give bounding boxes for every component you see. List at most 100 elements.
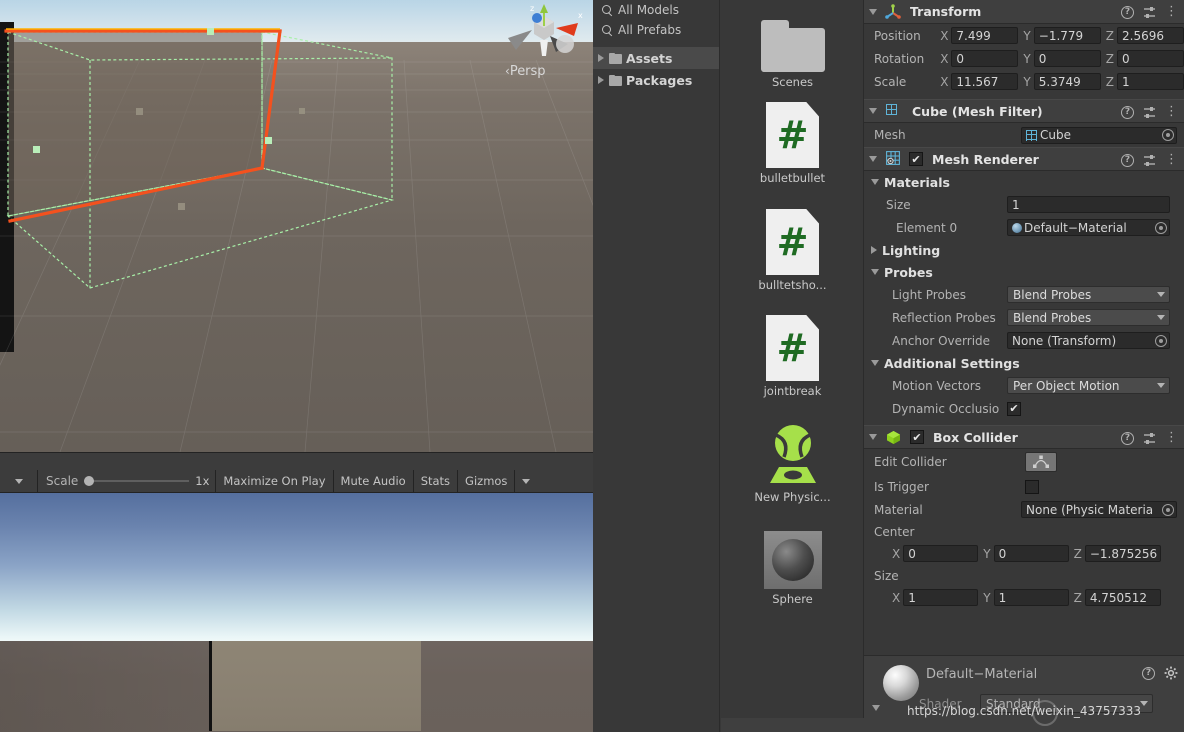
tree-item-all-models[interactable]: All Models — [593, 0, 719, 20]
gizmos-button[interactable]: Gizmos — [458, 470, 516, 492]
preset-icon[interactable] — [1143, 6, 1156, 19]
asset-item-jointbreak[interactable]: # jointbreak — [721, 313, 864, 398]
transform-row-position[interactable]: Position X 7.499 Y −1.779 Z 2.5696 — [864, 24, 1184, 47]
component-header-mesh-filter[interactable]: Cube (Mesh Filter) ? ⋮ — [864, 99, 1184, 123]
rotation-y-input[interactable]: 0 — [1033, 50, 1101, 67]
chevron-right-icon[interactable] — [598, 76, 604, 84]
center-z-input[interactable]: −1.875256 — [1084, 545, 1161, 562]
element0-object-field[interactable]: Default−Material — [1007, 219, 1170, 236]
motion-vectors-dropdown[interactable]: Per Object Motion — [1007, 377, 1170, 394]
center-vector3-fields[interactable]: X 0 Y 0 Z −1.875256 — [892, 545, 1184, 562]
component-header-box-collider[interactable]: Box Collider ? ⋮ — [864, 425, 1184, 449]
scale-slider-group[interactable]: Scale 1x — [38, 470, 217, 492]
position-vector3[interactable]: X 7.499 Y −1.779 Z 2.5696 — [940, 27, 1184, 44]
preset-icon[interactable] — [1143, 106, 1156, 119]
component-header-mesh-renderer[interactable]: Mesh Renderer ? ⋮ — [864, 147, 1184, 171]
probes-row-light[interactable]: Light Probes Blend Probes — [864, 283, 1184, 306]
scale-y-input[interactable]: 5.3749 — [1033, 73, 1101, 90]
material-preview-header[interactable]: Default−Material Shader Standard ? — [864, 655, 1184, 732]
box-collider-row-is-trigger[interactable]: Is Trigger — [864, 475, 1184, 498]
gizmos-dropdown[interactable] — [515, 470, 537, 492]
scene-view[interactable]: z x ‹Persp — [0, 0, 593, 452]
anchor-override-object-field[interactable]: None (Transform) — [1007, 332, 1170, 349]
help-icon[interactable]: ? — [1121, 153, 1134, 167]
maximize-on-play-button[interactable]: Maximize On Play — [216, 470, 334, 492]
scene-projection-label[interactable]: ‹Persp — [505, 64, 546, 79]
rotation-x-input[interactable]: 0 — [951, 50, 1019, 67]
box-collider-row-edit[interactable]: Edit Collider — [864, 449, 1184, 475]
box-collider-row-material[interactable]: Material None (Physic Materia — [864, 498, 1184, 521]
scale-x-input[interactable]: 11.567 — [951, 73, 1019, 90]
rotation-vector3[interactable]: X 0 Y 0 Z 0 — [940, 50, 1184, 67]
position-x-input[interactable]: 7.499 — [951, 27, 1019, 44]
position-y-input[interactable]: −1.779 — [1033, 27, 1101, 44]
additional-row-dynamic-occlusion[interactable]: Dynamic Occlusio — [864, 397, 1184, 420]
kebab-menu-icon[interactable]: ⋮ — [1165, 153, 1178, 166]
kebab-menu-icon[interactable]: ⋮ — [1165, 5, 1178, 18]
mute-audio-button[interactable]: Mute Audio — [334, 470, 414, 492]
section-lighting[interactable]: Lighting — [864, 239, 1184, 261]
box-collider-center-vector3[interactable]: X 0 Y 0 Z −1.875256 — [864, 542, 1184, 565]
box-collider-size-vector3[interactable]: X 1 Y 1 Z 4.750512 — [864, 586, 1184, 609]
kebab-menu-icon[interactable]: ⋮ — [1165, 431, 1178, 444]
asset-item-new-physic-material[interactable]: New Physic... — [721, 420, 864, 504]
center-y-input[interactable]: 0 — [993, 545, 1069, 562]
edit-collider-button[interactable] — [1025, 452, 1057, 472]
probes-row-anchor[interactable]: Anchor Override None (Transform) — [864, 329, 1184, 352]
chevron-down-icon[interactable] — [869, 156, 877, 162]
chevron-down-icon[interactable] — [871, 269, 879, 275]
preset-icon[interactable] — [1143, 154, 1156, 167]
collider-material-object-field[interactable]: None (Physic Materia — [1021, 501, 1177, 518]
asset-item-bulletbullet[interactable]: # bulletbullet — [721, 100, 864, 185]
rotation-z-input[interactable]: 0 — [1117, 50, 1184, 67]
transform-row-scale[interactable]: Scale X 11.567 Y 5.3749 Z 1 — [864, 70, 1184, 93]
tree-item-all-prefabs[interactable]: All Prefabs — [593, 20, 719, 40]
section-probes[interactable]: Probes — [864, 261, 1184, 283]
mesh-object-field[interactable]: Cube — [1021, 126, 1177, 144]
probes-row-reflection[interactable]: Reflection Probes Blend Probes — [864, 306, 1184, 329]
help-icon[interactable]: ? — [1142, 666, 1155, 680]
aspect-dropdown[interactable] — [0, 470, 38, 492]
chevron-down-icon[interactable] — [871, 360, 879, 366]
game-view-toolbar[interactable]: Scale 1x Maximize On Play Mute Audio Sta… — [0, 470, 593, 493]
gear-icon[interactable] — [1164, 666, 1178, 680]
center-x-input[interactable]: 0 — [903, 545, 979, 562]
chevron-down-icon[interactable] — [871, 179, 879, 185]
kebab-menu-icon[interactable]: ⋮ — [1165, 105, 1178, 118]
is-trigger-checkbox[interactable] — [1025, 479, 1039, 494]
transform-row-rotation[interactable]: Rotation X 0 Y 0 Z 0 — [864, 47, 1184, 70]
chevron-down-icon[interactable] — [869, 8, 877, 15]
mesh-filter-row-mesh[interactable]: Mesh Cube — [864, 123, 1184, 147]
chevron-down-icon[interactable] — [869, 434, 877, 440]
materials-row-size[interactable]: Size 1 — [864, 193, 1184, 216]
light-probes-dropdown[interactable]: Blend Probes — [1007, 286, 1170, 303]
scale-vector3[interactable]: X 11.567 Y 5.3749 Z 1 — [940, 73, 1184, 90]
tree-item-packages[interactable]: Packages — [593, 69, 719, 91]
object-picker-icon[interactable] — [1162, 503, 1174, 516]
size-y-input[interactable]: 1 — [993, 589, 1069, 606]
chevron-right-icon[interactable] — [871, 246, 877, 254]
tree-item-assets[interactable]: Assets — [593, 47, 719, 69]
section-materials[interactable]: Materials — [864, 171, 1184, 193]
preset-icon[interactable] — [1143, 432, 1156, 445]
section-additional-settings[interactable]: Additional Settings — [864, 352, 1184, 374]
mesh-renderer-enabled-checkbox[interactable] — [909, 152, 923, 166]
help-icon[interactable]: ? — [1121, 5, 1134, 19]
additional-row-motion-vectors[interactable]: Motion Vectors Per Object Motion — [864, 374, 1184, 397]
chevron-down-icon[interactable] — [869, 108, 877, 114]
component-header-icons[interactable]: ? ⋮ — [1121, 426, 1178, 450]
asset-item-bulltetshoot[interactable]: # bulltetsho... — [721, 207, 864, 292]
project-folder-tree[interactable]: All Models All Prefabs Assets Packages — [593, 0, 720, 732]
object-picker-icon[interactable] — [1162, 129, 1174, 141]
scene-orientation-gizmo[interactable]: z x — [492, 0, 588, 58]
chevron-right-icon[interactable] — [598, 54, 604, 62]
component-header-icons[interactable]: ? ⋮ — [1121, 100, 1178, 124]
position-z-input[interactable]: 2.5696 — [1117, 27, 1184, 44]
size-z-input[interactable]: 4.750512 — [1084, 589, 1161, 606]
scale-z-input[interactable]: 1 — [1117, 73, 1184, 90]
box-collider-enabled-checkbox[interactable] — [910, 430, 924, 444]
material-header-icons[interactable]: ? — [1142, 661, 1178, 685]
scale-slider-track[interactable] — [84, 476, 190, 486]
scale-slider-knob[interactable] — [84, 476, 95, 486]
stats-button[interactable]: Stats — [414, 470, 459, 492]
